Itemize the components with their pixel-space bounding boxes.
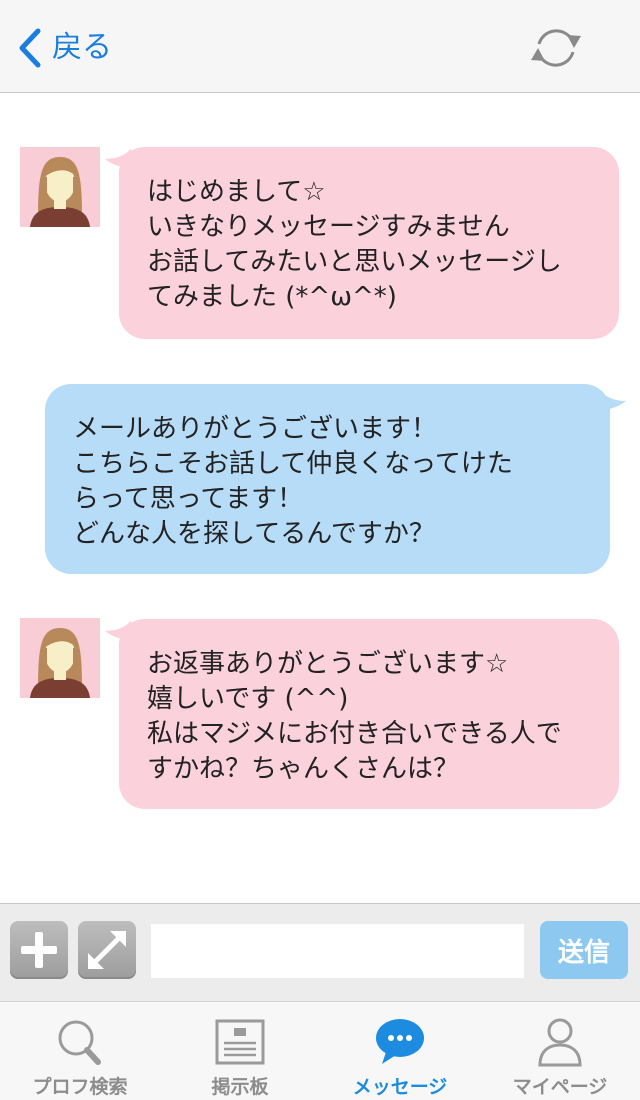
tab-label: プロフ検索 (32, 1076, 128, 1098)
bubble-tail (105, 149, 139, 168)
message-line: 私はマジメにお付き合いできる人で (147, 719, 562, 749)
back-label: 戻る (52, 30, 112, 65)
tab-label: 掲示板 (211, 1076, 269, 1098)
refresh-icon (531, 29, 581, 67)
chat-bubble-icon (376, 1019, 424, 1064)
tab-profile-search[interactable]: プロフ検索 (0, 1002, 160, 1100)
tab-bulletin-board[interactable]: 掲示板 (160, 1002, 320, 1100)
message-line: お話してみたいと思いメッセージし (147, 247, 562, 277)
message-input[interactable] (151, 924, 524, 978)
message-line: 嬉しいです (^^) (147, 684, 349, 714)
message-line: らって思ってます！ (73, 484, 304, 514)
message-line: いきなりメッセージすみません (147, 212, 510, 242)
back-button[interactable]: 戻る (16, 26, 112, 70)
avatar-image (20, 147, 100, 227)
tab-label: マイページ (512, 1076, 608, 1098)
message-input-bar: 送信 (0, 903, 640, 1001)
message-line: てみました (*^ω^*) (147, 282, 397, 312)
chevron-left-icon (19, 28, 41, 68)
tab-messages[interactable]: メッセージ (320, 1002, 480, 1100)
bulletin-board-icon (215, 1019, 265, 1065)
message-line: どんな人を探してるんですか？ (73, 519, 435, 549)
avatar-image (20, 618, 100, 698)
message-line: こちらこそお話して仲良くなってけた (73, 449, 513, 479)
tab-label: メッセージ (352, 1076, 448, 1098)
expand-button[interactable] (78, 921, 136, 979)
bubble-tail (105, 621, 139, 640)
message-line: はじめまして☆ (147, 177, 326, 207)
message-line: メールありがとうございます！ (73, 414, 438, 444)
send-button[interactable]: 送信 (540, 921, 628, 979)
message-bubble-me: メールありがとうございます！ こちらこそお話して仲良くなってけた らって思ってま… (45, 384, 610, 574)
user-icon (538, 1018, 582, 1067)
tab-bar: プロフ検索 掲示板 メッセージ マイページ (0, 1001, 640, 1100)
message-bubble-partner: はじめまして☆ いきなりメッセージすみません お話してみたいと思いメッセージし … (119, 147, 619, 339)
message-bubble-partner: お返事ありがとうございます☆ 嬉しいです (^^) 私はマジメにお付き合いできる… (119, 619, 619, 809)
message-line: すかね？ちゃんくさんは？ (147, 754, 460, 784)
refresh-button[interactable] (527, 22, 585, 74)
tab-my-page[interactable]: マイページ (480, 1002, 640, 1100)
chat-area[interactable]: はじめまして☆ いきなりメッセージすみません お話してみたいと思いメッセージし … (0, 94, 640, 902)
nav-header: 戻る (0, 0, 640, 93)
partner-avatar[interactable] (20, 618, 100, 698)
plus-icon (21, 932, 57, 968)
bubble-tail (592, 391, 626, 410)
message-line: お返事ありがとうございます☆ (147, 649, 509, 679)
search-icon (58, 1020, 101, 1065)
attach-button[interactable] (10, 921, 68, 979)
expand-icon (88, 931, 126, 969)
partner-avatar[interactable] (20, 147, 100, 227)
